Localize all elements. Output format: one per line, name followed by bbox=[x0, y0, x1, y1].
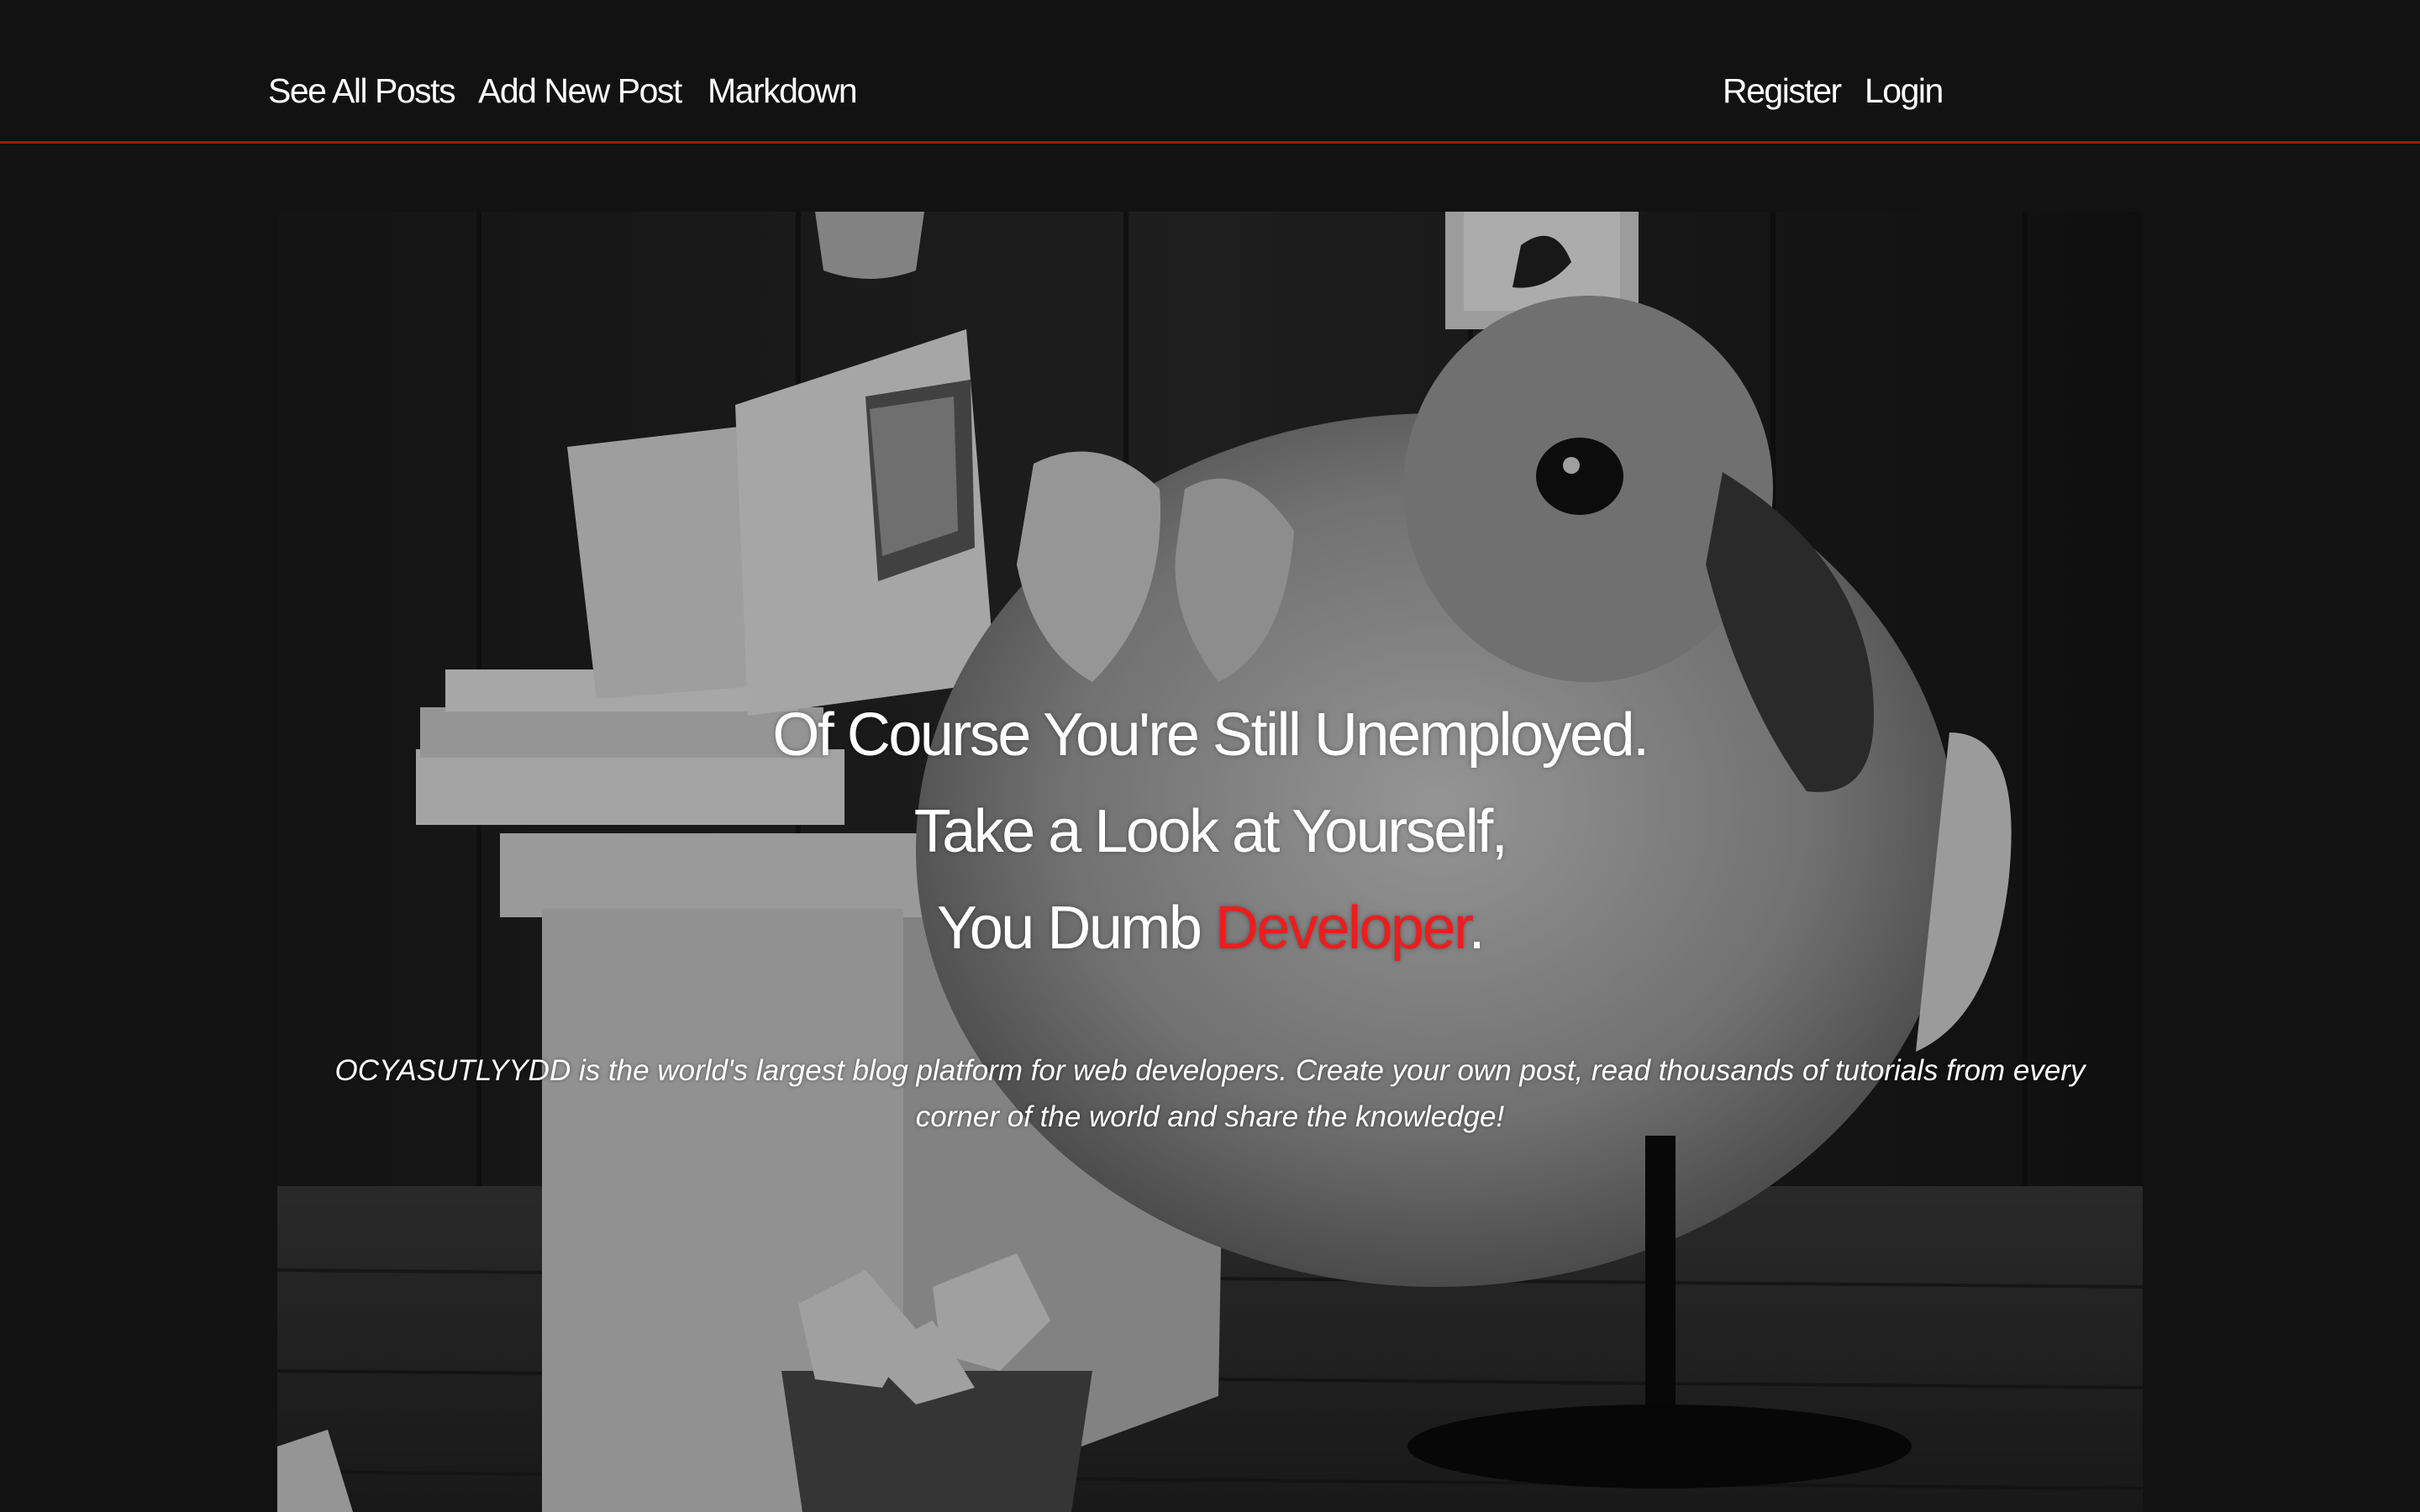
hero-headline-prefix: You Dumb bbox=[936, 895, 1215, 962]
top-navbar: See All Posts Add New Post Markdown Regi… bbox=[0, 0, 2420, 144]
hero-headline-line-1: Of Course You're Still Unemployed. bbox=[772, 701, 1649, 769]
hero-headline-line-2: Take a Look at Yourself, bbox=[913, 798, 1508, 865]
nav-link-markdown[interactable]: Markdown bbox=[708, 69, 858, 113]
nav-link-add-new-post[interactable]: Add New Post bbox=[478, 69, 682, 113]
hero-headline-line-3: You Dumb Developer. bbox=[277, 890, 2143, 966]
hero-banner: Of Course You're Still Unemployed. Take … bbox=[277, 212, 2143, 1512]
nav-link-register[interactable]: Register bbox=[1723, 69, 1842, 113]
hero-headline-accent-word: Developer bbox=[1214, 895, 1470, 962]
nav-link-see-all-posts[interactable]: See All Posts bbox=[268, 69, 456, 113]
hero-headline-suffix: . bbox=[1468, 895, 1486, 962]
hero-description: OCYASUTLYYDD is the world's largest blog… bbox=[334, 1054, 2086, 1133]
nav-link-login[interactable]: Login bbox=[1865, 69, 1944, 113]
